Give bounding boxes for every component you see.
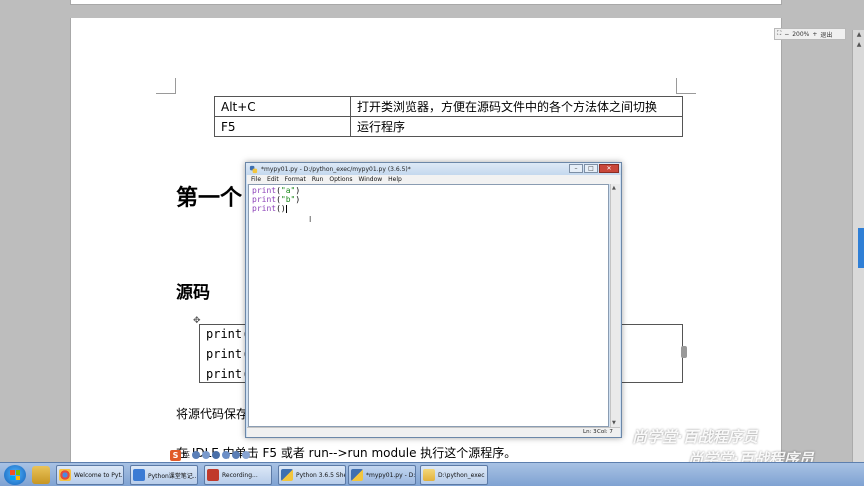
taskbar-item-recording[interactable]: Recording... [204, 465, 272, 485]
maximize-button[interactable]: □ [584, 164, 598, 173]
paragraph-save-source: 将源代码保存 [176, 407, 249, 421]
shortcut-desc-cell[interactable]: 运行程序 [350, 116, 683, 137]
file-explorer-icon[interactable] [32, 466, 50, 484]
taskbar-item-chrome[interactable]: Welcome to Pyt... [56, 465, 124, 485]
ime-voice-icon[interactable] [212, 451, 220, 459]
menu-format[interactable]: Format [285, 176, 306, 183]
taskbar-item-wps[interactable]: Python课堂笔记... [130, 465, 198, 485]
python-icon [281, 469, 293, 481]
exit-fullscreen-button[interactable]: 退出 [820, 30, 832, 39]
line-number: Ln: 3 [583, 429, 597, 435]
start-button[interactable] [4, 465, 26, 485]
window-title: *mypy01.py - D:/python_exec/mypy01.py (3… [261, 165, 411, 173]
minimize-button[interactable]: – [569, 164, 583, 173]
zoom-out-icon[interactable]: − [784, 31, 789, 38]
crop-mark-top-right [676, 78, 696, 94]
taskbar: Welcome to Pyt... Python课堂笔记... Recordin… [0, 462, 864, 486]
fit-page-icon[interactable]: ⛶ [777, 30, 781, 38]
shortcut-table: Alt+C 打开类浏览器，方便在源码文件中的各个方法体之间切换 F5 运行程序 [214, 96, 683, 137]
idle-editor-window[interactable]: *mypy01.py - D:/python_exec/mypy01.py (3… [245, 162, 622, 438]
idle-menu-bar: File Edit Format Run Options Window Help [247, 175, 620, 184]
wps-icon [133, 469, 145, 481]
resize-handle[interactable] [681, 346, 687, 358]
zoom-toolbar: ⛶ − 200% + 退出 [774, 28, 846, 40]
shortcut-key-cell[interactable]: F5 [214, 116, 351, 137]
taskbar-item-idle-editor[interactable]: *mypy01.py - D:... [348, 465, 416, 485]
ibeam-cursor-icon: I [309, 215, 312, 224]
menu-edit[interactable]: Edit [267, 176, 279, 183]
code-line: print("a") [252, 186, 301, 195]
table-row: Alt+C 打开类浏览器，方便在源码文件中的各个方法体之间切换 [214, 96, 683, 117]
ime-tools-icon[interactable] [242, 451, 250, 459]
python-icon [351, 469, 363, 481]
ime-keyboard-icon[interactable] [222, 451, 230, 459]
ime-toolbar: S 英 [170, 449, 280, 461]
scroll-up-icon[interactable]: ▲ [855, 32, 863, 38]
chrome-icon [59, 469, 71, 481]
menu-file[interactable]: File [251, 176, 261, 183]
scroll-down-icon[interactable]: ▼ [612, 420, 616, 426]
recording-icon [207, 469, 219, 481]
table-row: F5 运行程序 [214, 116, 683, 137]
close-button[interactable]: ✕ [599, 164, 619, 173]
taskbar-item-folder[interactable]: D:\python_exec [420, 465, 488, 485]
column-number: Col: 7 [597, 429, 613, 435]
shortcut-key-cell[interactable]: Alt+C [214, 96, 351, 117]
ime-punctuation-icon[interactable] [192, 451, 200, 459]
menu-options[interactable]: Options [329, 176, 352, 183]
taskbar-item-python-shell[interactable]: Python 3.6.5 Shell [278, 465, 346, 485]
watermark-logo: 尚学堂·百战程序员 [632, 428, 758, 446]
shortcut-desc-cell[interactable]: 打开类浏览器，方便在源码文件中的各个方法体之间切换 [350, 96, 683, 117]
menu-run[interactable]: Run [312, 176, 324, 183]
sogou-ime-icon[interactable]: S [170, 449, 181, 461]
code-editor-area[interactable]: print("a") print("b") print() I [248, 184, 609, 427]
menu-window[interactable]: Window [359, 176, 383, 183]
heading-first-program: 第一个 [176, 186, 243, 211]
scroll-up-icon[interactable]: ▲ [612, 185, 616, 191]
zoom-in-icon[interactable]: + [812, 31, 817, 38]
code-line: print("b") [252, 195, 301, 204]
folder-icon [423, 469, 435, 481]
ime-emoji-icon[interactable] [202, 451, 210, 459]
python-icon [249, 165, 258, 173]
scroll-thumb[interactable] [858, 228, 864, 268]
scroll-up-icon[interactable]: ▲ [855, 42, 863, 48]
heading-source-code: 源码 [176, 283, 210, 303]
previous-page-edge [70, 0, 782, 5]
crop-mark-top-left [156, 78, 176, 94]
editor-vertical-scrollbar[interactable]: ▲ ▼ [610, 184, 620, 427]
windows-logo-icon [10, 470, 20, 480]
code-line: print() [252, 204, 287, 213]
window-title-bar[interactable]: *mypy01.py - D:/python_exec/mypy01.py (3… [246, 163, 621, 175]
ime-mode-label[interactable]: 英 [183, 450, 190, 460]
zoom-level[interactable]: 200% [792, 31, 809, 38]
menu-help[interactable]: Help [388, 176, 402, 183]
text-cursor [285, 205, 287, 213]
ime-skin-icon[interactable] [232, 451, 240, 459]
status-bar: Ln: 3 Col: 7 [247, 427, 620, 437]
